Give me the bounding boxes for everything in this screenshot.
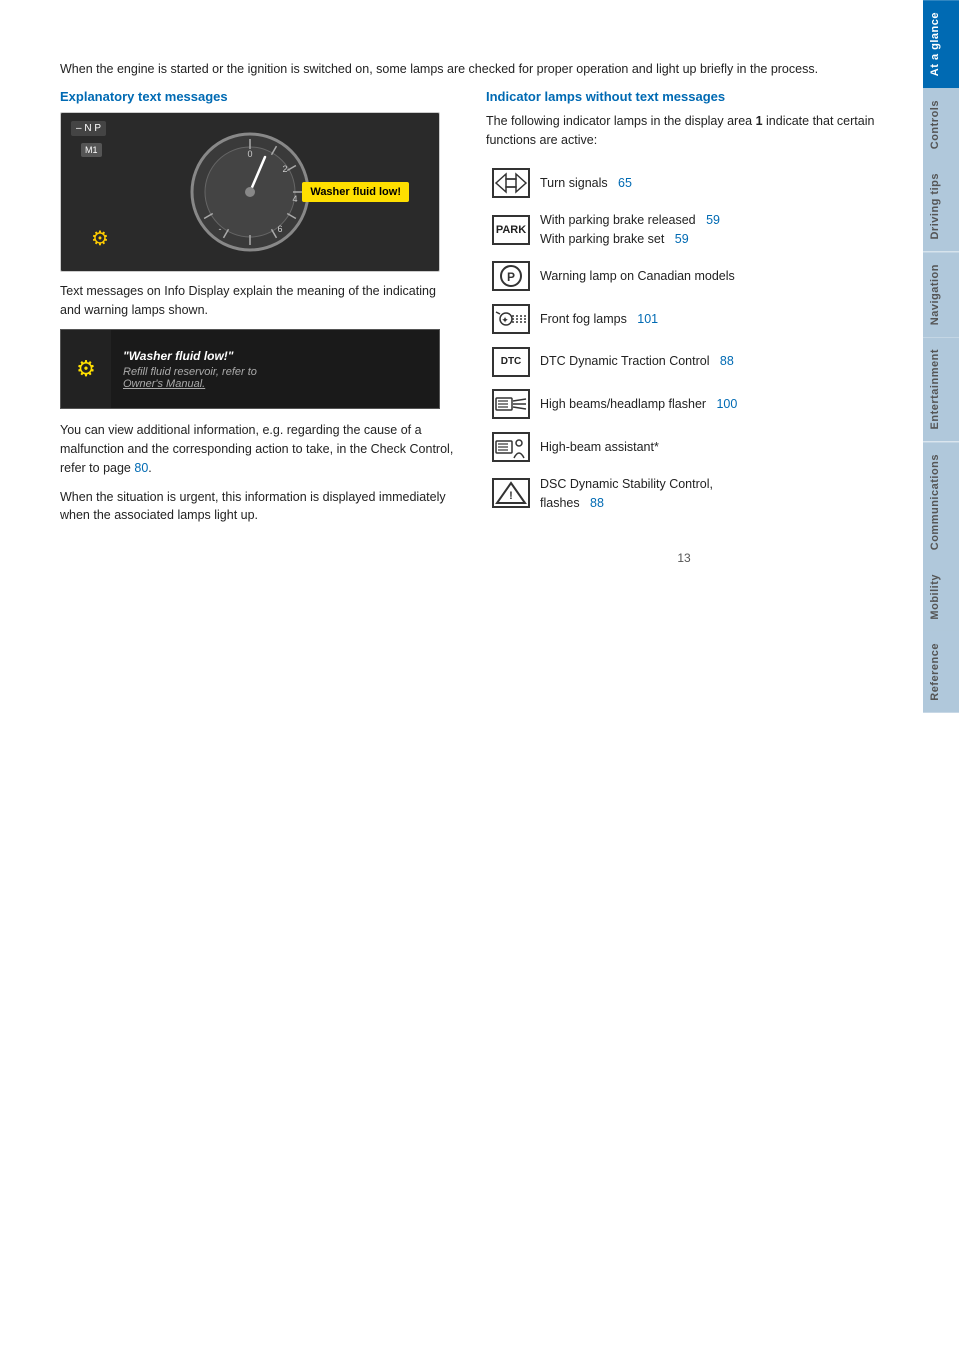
info-text: "Washer fluid low!" Refill fluid reservo… xyxy=(111,330,439,408)
explanatory-heading: Explanatory text messages xyxy=(60,89,456,104)
page-ref-highbeam[interactable]: 100 xyxy=(716,397,737,411)
table-row: P Warning lamp on Canadian models xyxy=(486,258,882,295)
gear-display: – N P xyxy=(71,121,106,136)
fog-lamp-icon: ✦ xyxy=(492,304,530,334)
two-column-layout: Explanatory text messages – N P M1 xyxy=(60,89,882,566)
icon-cell-dtc: DTC xyxy=(486,344,536,380)
additional-info-text: You can view additional information, e.g… xyxy=(60,423,453,475)
page-ref-fog[interactable]: 101 xyxy=(637,312,658,326)
svg-text:4: 4 xyxy=(292,194,297,204)
indicator-label-highbeam: High beams/headlamp flasher 100 xyxy=(536,386,882,423)
svg-text:0: 0 xyxy=(247,149,252,159)
table-row: High beams/headlamp flasher 100 xyxy=(486,386,882,423)
sidebar-tab-driving-tips[interactable]: Driving tips xyxy=(923,161,959,252)
high-beam-asst-svg xyxy=(494,434,528,460)
indicator-label-p: Warning lamp on Canadian models xyxy=(536,258,882,295)
indicator-label-dtc: DTC Dynamic Traction Control 88 xyxy=(536,344,882,380)
turn-signal-svg xyxy=(494,170,528,196)
left-column: Explanatory text messages – N P M1 xyxy=(60,89,456,566)
sidebar-tab-controls[interactable]: Controls xyxy=(923,88,959,161)
indicator-label-dsc: DSC Dynamic Stability Control, flashes 8… xyxy=(536,472,882,516)
table-row: High-beam assistant* xyxy=(486,429,882,466)
table-row: ! DSC Dynamic Stability Control, flashes… xyxy=(486,472,882,516)
indicator-heading: Indicator lamps without text messages xyxy=(486,89,882,104)
cluster-inner: – N P M1 xyxy=(61,113,439,271)
page-ref-dtc[interactable]: 88 xyxy=(720,354,734,368)
info-line2: Refill fluid reservoir, refer to xyxy=(123,366,427,378)
table-row: PARK With parking brake released 59 With… xyxy=(486,208,882,252)
svg-text:!: ! xyxy=(509,490,513,502)
page-number: 13 xyxy=(486,551,882,565)
table-row: ✦ Front fog lamps 101 xyxy=(486,301,882,338)
icon-cell-fog: ✦ xyxy=(486,301,536,338)
washer-badge: Washer fluid low! xyxy=(302,182,409,202)
sidebar-tab-at-a-glance[interactable]: At a glance xyxy=(923,0,959,88)
dsc-icon: ! xyxy=(492,478,530,508)
m1-box: M1 xyxy=(81,143,102,157)
washer-icon: ⚙ xyxy=(76,356,96,382)
page-ref-dsc[interactable]: 88 xyxy=(590,496,604,510)
icon-cell-park: PARK xyxy=(486,208,536,252)
high-beam-icon xyxy=(492,389,530,419)
park-icon: PARK xyxy=(492,215,530,245)
p-circle-icon: P xyxy=(492,261,530,291)
icon-cell-turn xyxy=(486,165,536,202)
svg-text:-: - xyxy=(219,224,222,234)
fog-lamp-svg: ✦ xyxy=(494,306,528,332)
high-beam-asst-icon xyxy=(492,432,530,462)
speedometer-svg: 0 2 4 6 - xyxy=(185,127,315,257)
p-circle-svg: P xyxy=(494,263,528,289)
svg-text:✦: ✦ xyxy=(501,315,509,325)
table-row: DTC DTC Dynamic Traction Control 88 xyxy=(486,344,882,380)
right-sidebar: At a glance Controls Driving tips Naviga… xyxy=(922,0,960,1358)
page-ref-80[interactable]: 80 xyxy=(134,461,148,475)
display-explanation: Text messages on Info Display explain th… xyxy=(60,282,456,320)
sidebar-tab-entertainment[interactable]: Entertainment xyxy=(923,337,959,441)
indicator-table: Turn signals 65 PARK With parking brake … xyxy=(486,159,882,521)
svg-text:P: P xyxy=(507,270,515,284)
sidebar-tab-navigation[interactable]: Navigation xyxy=(923,252,959,337)
info-icon: ⚙ xyxy=(61,330,111,408)
indicator-label-highbeam-asst: High-beam assistant* xyxy=(536,429,882,466)
info-display: ⚙ "Washer fluid low!" Refill fluid reser… xyxy=(60,329,440,409)
intro-paragraph: When the engine is started or the igniti… xyxy=(60,60,882,79)
sidebar-tab-mobility[interactable]: Mobility xyxy=(923,562,959,632)
svg-text:6: 6 xyxy=(277,224,282,234)
page-ref-park2[interactable]: 59 xyxy=(675,232,689,246)
icon-cell-highbeam-asst xyxy=(486,429,536,466)
high-beam-svg xyxy=(494,391,528,417)
page-ref-park1[interactable]: 59 xyxy=(706,213,720,227)
indicator-label-fog: Front fog lamps 101 xyxy=(536,301,882,338)
dsc-svg: ! xyxy=(494,480,528,506)
urgent-info: When the situation is urgent, this infor… xyxy=(60,488,456,526)
para2-end: . xyxy=(148,461,151,475)
icon-cell-dsc: ! xyxy=(486,472,536,516)
icon-cell-p: P xyxy=(486,258,536,295)
info-line3: Owner's Manual. xyxy=(123,378,427,390)
indicator-label-park: With parking brake released 59 With park… xyxy=(536,208,882,252)
page-ref-turn[interactable]: 65 xyxy=(618,176,632,190)
gear-box: – N P xyxy=(71,121,106,136)
info-line1: "Washer fluid low!" xyxy=(123,349,427,363)
sidebar-tab-reference[interactable]: Reference xyxy=(923,631,959,713)
indicator-label-turn: Turn signals 65 xyxy=(536,165,882,202)
instrument-cluster-image: – N P M1 xyxy=(60,112,440,272)
table-row: Turn signals 65 xyxy=(486,165,882,202)
sidebar-tab-communications[interactable]: Communications xyxy=(923,442,959,562)
dtc-icon: DTC xyxy=(492,347,530,377)
indicator-description: The following indicator lamps in the dis… xyxy=(486,112,882,150)
main-content: When the engine is started or the igniti… xyxy=(0,0,922,1358)
m1-label: M1 xyxy=(81,143,102,157)
svg-text:2: 2 xyxy=(282,164,287,174)
additional-info: You can view additional information, e.g… xyxy=(60,421,456,477)
right-column: Indicator lamps without text messages Th… xyxy=(486,89,882,566)
wrench-icon: ⚙ xyxy=(91,226,109,251)
icon-cell-highbeam xyxy=(486,386,536,423)
turn-signals-icon xyxy=(492,168,530,198)
